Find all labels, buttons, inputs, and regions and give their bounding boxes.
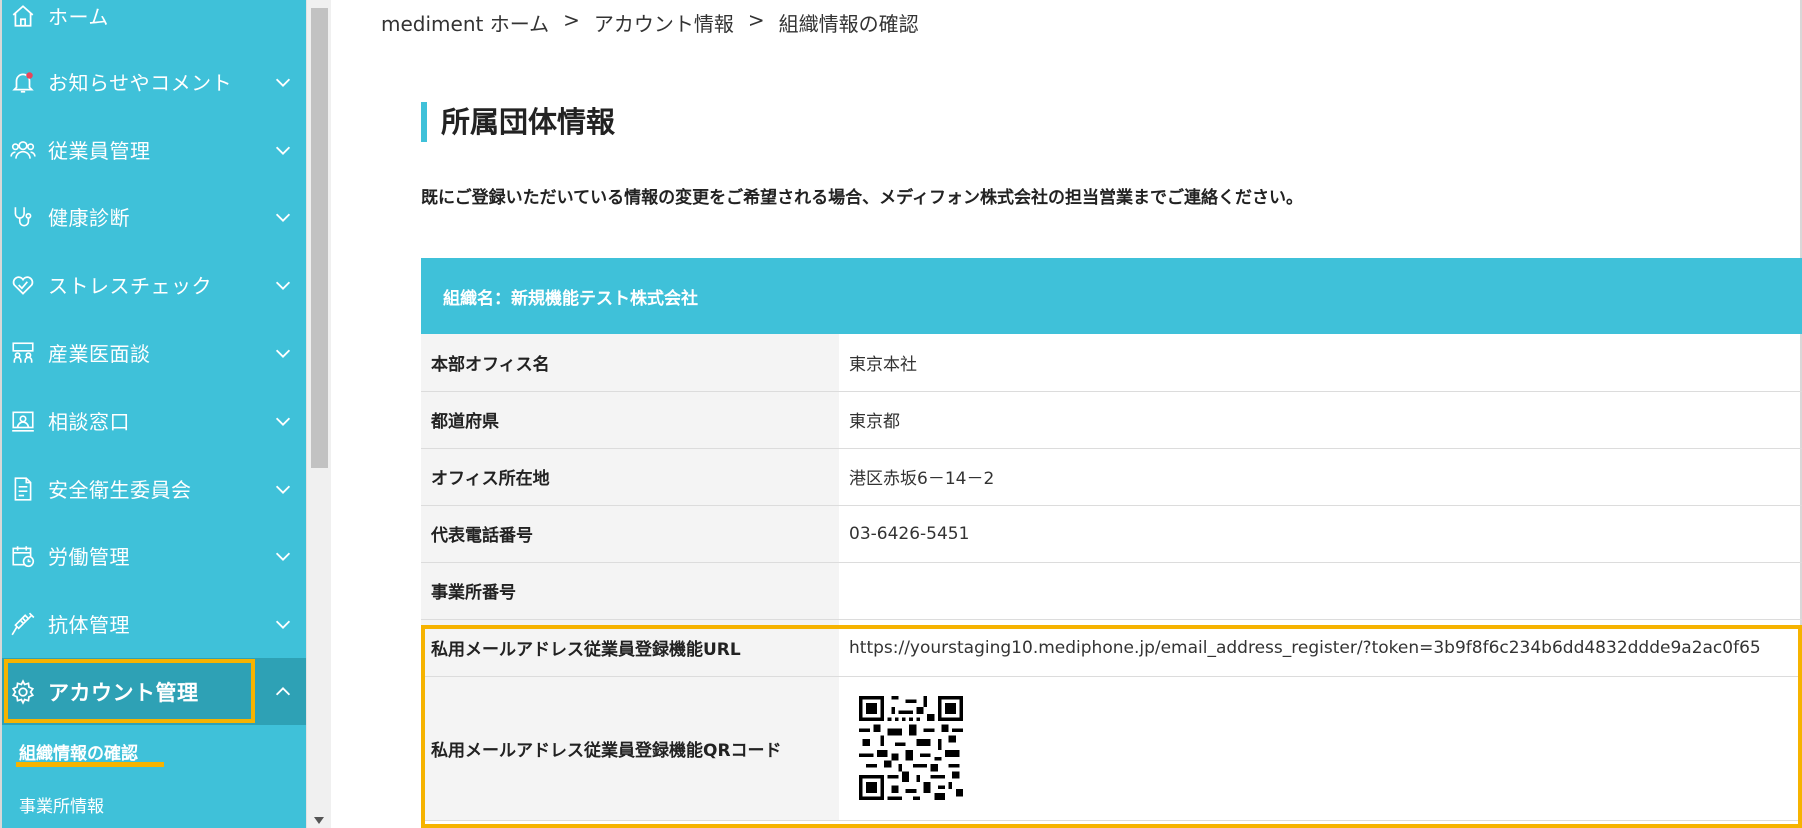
- org-info-table: 本部オフィス名 東京本社 都道府県 東京都 オフィス所在地 港区赤坂6－14－2…: [421, 334, 1802, 821]
- breadcrumb-separator: >: [563, 8, 580, 32]
- sidebar-item-account[interactable]: アカウント管理: [2, 658, 306, 725]
- sidebar-item-labor-management[interactable]: 労働管理: [2, 522, 306, 589]
- row-value: [839, 676, 1802, 821]
- sidebar-item-stress-check[interactable]: ストレスチェック: [2, 251, 306, 318]
- chevron-down-icon: [272, 613, 294, 635]
- row-label: 私用メールアドレス従業員登録機能QRコード: [421, 676, 839, 821]
- table-row: 事業所番号: [421, 562, 1802, 620]
- table-row: オフィス所在地 港区赤坂6－14－2: [421, 448, 1802, 506]
- bell-icon: [10, 69, 36, 95]
- sidebar-item-label: 抗体管理: [48, 613, 130, 637]
- sidebar-item-label: 従業員管理: [48, 139, 151, 163]
- page-title: 所属団体情報: [421, 102, 615, 142]
- qr-code-image: [859, 696, 963, 800]
- sidebar-subitem-office-info[interactable]: 事業所情報: [19, 792, 104, 817]
- table-row: 都道府県 東京都: [421, 391, 1802, 449]
- row-label: 私用メールアドレス従業員登録機能URL: [421, 619, 839, 677]
- table-row: 本部オフィス名 東京本社: [421, 334, 1802, 392]
- row-value: [839, 562, 1802, 620]
- scroll-down-arrow-icon[interactable]: [314, 817, 324, 824]
- org-name-header: 組織名：新規機能テスト株式会社: [421, 258, 1802, 334]
- row-label: 都道府県: [421, 391, 839, 449]
- row-label: 事業所番号: [421, 562, 839, 620]
- chevron-down-icon: [272, 342, 294, 364]
- table-row: 代表電話番号 03-6426-5451: [421, 505, 1802, 563]
- table-row: 私用メールアドレス従業員登録機能QRコード: [421, 676, 1802, 821]
- gear-icon: [10, 678, 36, 705]
- heart-icon: [10, 272, 36, 298]
- sidebar-item-label: ホーム: [48, 5, 109, 29]
- sidebar-item-label: 健康診断: [48, 206, 130, 230]
- sidebar-item-antibody[interactable]: 抗体管理: [2, 590, 306, 657]
- row-label: 代表電話番号: [421, 505, 839, 563]
- row-label: 本部オフィス名: [421, 334, 839, 392]
- document-icon: [10, 476, 36, 502]
- breadcrumb-current: 組織情報の確認: [778, 12, 919, 36]
- breadcrumb-home-link[interactable]: mediment ホーム: [381, 8, 549, 37]
- consultation-icon: [10, 408, 36, 434]
- users-icon: [10, 137, 36, 163]
- sidebar-item-home[interactable]: ホーム: [2, 0, 306, 49]
- table-row: 私用メールアドレス従業員登録機能URL https://yourstaging1…: [421, 619, 1802, 677]
- sidebar-subitem-org-info[interactable]: 組織情報の確認: [19, 739, 138, 764]
- sidebar-item-label: お知らせやコメント: [48, 71, 233, 95]
- row-value: 東京都: [839, 391, 1802, 449]
- sidebar-item-label: 相談窓口: [48, 410, 130, 434]
- chevron-down-icon: [272, 274, 294, 296]
- calendar-clock-icon: [10, 543, 36, 569]
- breadcrumb-separator: >: [747, 8, 765, 32]
- sidebar-item-employees[interactable]: 従業員管理: [2, 116, 306, 183]
- sidebar: ホーム お知らせやコメント 従業員管理 健康診断 ストレスチェック 産業医面談: [0, 0, 306, 828]
- meeting-icon: [10, 340, 36, 366]
- main-content: mediment ホーム > アカウント情報 > 組織情報の確認 所属団体情報 …: [331, 0, 1802, 828]
- sidebar-scrollbar[interactable]: [306, 0, 331, 828]
- chevron-down-icon: [272, 206, 294, 228]
- home-icon: [10, 3, 36, 29]
- sidebar-item-notifications[interactable]: お知らせやコメント: [2, 48, 306, 115]
- chevron-up-icon: [272, 681, 294, 703]
- sidebar-item-label: ストレスチェック: [48, 274, 212, 298]
- chevron-down-icon: [272, 478, 294, 500]
- row-label: オフィス所在地: [421, 448, 839, 506]
- stethoscope-icon: [10, 204, 36, 230]
- breadcrumb: mediment ホーム > アカウント情報 > 組織情報の確認: [381, 8, 919, 37]
- sidebar-item-label: アカウント管理: [48, 680, 199, 705]
- syringe-icon: [10, 611, 36, 637]
- row-value: 東京本社: [839, 334, 1802, 392]
- sidebar-item-health-checkup[interactable]: 健康診断: [2, 183, 306, 250]
- sidebar-item-doctor-interview[interactable]: 産業医面談: [2, 319, 306, 386]
- row-value: 03-6426-5451: [839, 505, 1802, 563]
- sidebar-item-safety-committee[interactable]: 安全衛生委員会: [2, 455, 306, 522]
- registration-url[interactable]: https://yourstaging10.mediphone.jp/email…: [839, 619, 1802, 677]
- sidebar-item-consultation[interactable]: 相談窓口: [2, 387, 306, 454]
- chevron-down-icon: [272, 139, 294, 161]
- highlight-underline: [16, 762, 164, 767]
- scrollbar-thumb[interactable]: [311, 8, 328, 468]
- sidebar-item-label: 安全衛生委員会: [48, 478, 192, 502]
- breadcrumb-account-link[interactable]: アカウント情報: [594, 8, 734, 37]
- chevron-down-icon: [272, 410, 294, 432]
- chevron-down-icon: [272, 71, 294, 93]
- sidebar-item-label: 産業医面談: [48, 342, 151, 366]
- notice-text: 既にご登録いただいている情報の変更をご希望される場合、メディフォン株式会社の担当…: [421, 188, 1303, 208]
- sidebar-item-label: 労働管理: [48, 545, 130, 569]
- chevron-down-icon: [272, 545, 294, 567]
- row-value: 港区赤坂6－14－2: [839, 448, 1802, 506]
